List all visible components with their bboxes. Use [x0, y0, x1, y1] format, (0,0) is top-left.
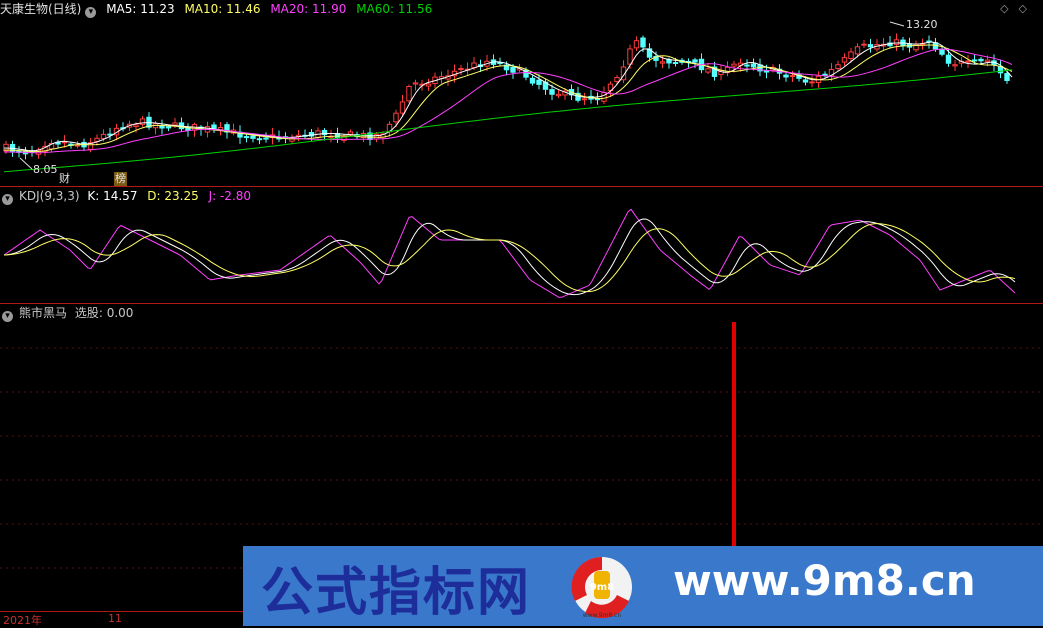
candle-body — [848, 51, 854, 59]
candle-body — [250, 135, 256, 139]
candle-body — [347, 131, 354, 135]
candle-body — [549, 89, 555, 95]
candle-body — [263, 137, 269, 140]
candle-body — [867, 44, 874, 48]
candle-body — [133, 124, 139, 128]
candlestick-chart[interactable] — [0, 0, 1043, 186]
candle-body — [406, 86, 412, 102]
kdj-d-line — [3, 222, 1016, 293]
watermark-logo-icon: 9m8 www.9m8.cn — [571, 556, 632, 619]
high-marker — [889, 21, 905, 27]
candle-body — [854, 46, 861, 55]
candle-body — [835, 64, 841, 70]
candle-body — [861, 43, 867, 46]
candle-body — [614, 77, 620, 82]
candle-body — [893, 39, 900, 46]
candle-body — [100, 133, 107, 139]
ranking-badge[interactable]: 榜 — [114, 172, 127, 186]
high-price-label: 13.20 — [906, 18, 938, 31]
candle-body — [172, 122, 178, 126]
watermark-logo-caption: www.9m8.cn — [583, 612, 622, 619]
low-price-label: 8.05 — [33, 163, 58, 176]
candle-body — [939, 48, 945, 55]
candle-body — [744, 64, 750, 67]
candle-body — [393, 112, 399, 123]
candle-body — [581, 98, 588, 101]
kdj-chart[interactable] — [0, 188, 1043, 303]
low-marker — [19, 157, 33, 170]
candle-body — [731, 63, 737, 67]
candle-body — [750, 63, 757, 68]
axis-month: 11 — [108, 612, 122, 625]
candle-body — [159, 125, 165, 129]
watermark-site-name: 公式指标网 — [261, 563, 532, 623]
candle-body — [529, 77, 536, 84]
candle-body — [783, 74, 789, 78]
candle-body — [74, 144, 81, 147]
candle-body — [536, 79, 542, 85]
ma5-line — [3, 41, 1013, 152]
candle-body — [984, 59, 991, 63]
candle-body — [555, 93, 562, 97]
panel-divider[interactable] — [0, 186, 1043, 187]
candle-body — [211, 124, 217, 129]
ma10-line — [3, 44, 1013, 153]
candle-body — [666, 59, 672, 64]
candle-body — [952, 64, 958, 67]
watermark-logo-text: 9m8 — [590, 582, 614, 593]
candle-body — [659, 61, 666, 64]
finance-badge[interactable]: 财 — [58, 172, 71, 186]
candle-body — [425, 83, 432, 87]
candle-body — [672, 62, 679, 65]
candle-body — [965, 60, 971, 63]
candle-body — [412, 82, 419, 85]
candle-body — [692, 59, 698, 63]
candle-body — [399, 101, 406, 114]
candle-body — [256, 138, 263, 141]
candle-body — [471, 62, 477, 69]
candle-body — [978, 58, 984, 62]
candle-body — [243, 136, 250, 139]
candle-body — [841, 57, 848, 63]
kdj-k-line — [3, 218, 1016, 296]
ma60-line — [3, 69, 1013, 173]
candle-body — [633, 40, 640, 49]
candle-body — [945, 54, 952, 64]
candle-body — [640, 37, 646, 48]
candle-body — [510, 66, 516, 73]
candle-body — [458, 68, 464, 71]
watermark-banner: 公式指标网 9m8 www.9m8.cn www.9m8.cn — [243, 546, 1043, 626]
signal-bar — [732, 322, 736, 562]
watermark-url: www.9m8.cn — [673, 556, 976, 605]
candle-body — [705, 68, 711, 73]
candle-body — [822, 73, 828, 76]
candle-body — [971, 59, 978, 62]
candle-body — [789, 75, 796, 78]
candle-body — [627, 48, 633, 65]
candle-body — [802, 79, 809, 83]
candle-body — [165, 126, 172, 129]
kdj-j-line — [3, 208, 1016, 298]
candle-body — [809, 81, 815, 84]
candle-body — [1004, 73, 1010, 81]
